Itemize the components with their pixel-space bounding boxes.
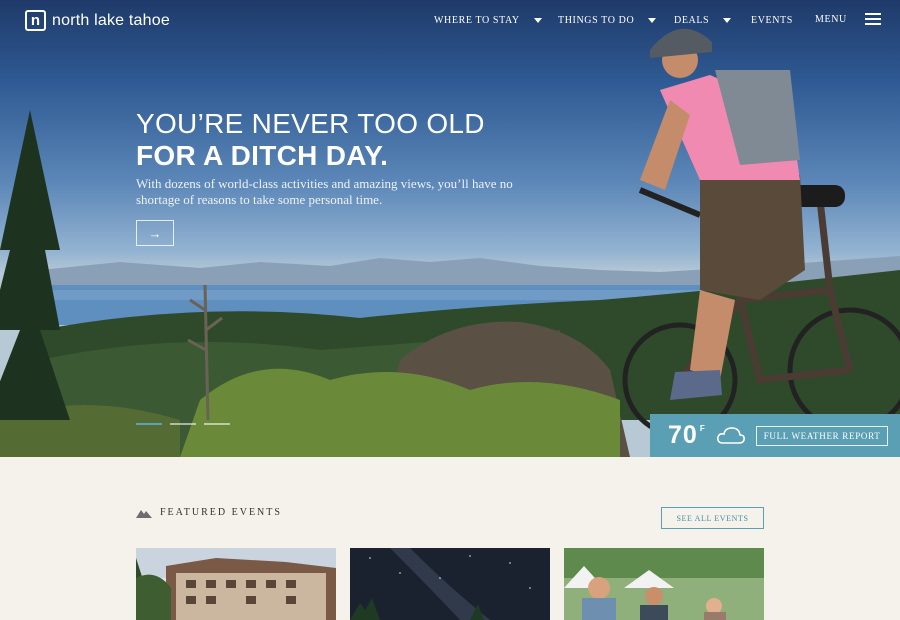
nav-label: DEALS — [674, 15, 710, 26]
nav-deals[interactable]: DEALS — [674, 15, 732, 26]
slide-indicators — [136, 423, 230, 425]
slide-dot[interactable] — [204, 423, 230, 425]
arrow-right-icon: → — [148, 225, 162, 241]
hero-banner: n north lake tahoe WHERE TO STAY THINGS … — [0, 0, 900, 457]
lodge-photo — [136, 548, 336, 620]
nav-things-to-do[interactable]: THINGS TO DO — [558, 15, 657, 26]
hero-headline-line1: YOU’RE NEVER TOO OLD — [136, 108, 485, 139]
logo-mark: n — [25, 10, 46, 31]
logo-text: north lake tahoe — [52, 11, 170, 29]
temperature-value: 70 — [668, 421, 698, 449]
nav-where-to-stay[interactable]: WHERE TO STAY — [434, 15, 542, 26]
hero-photo — [0, 28, 900, 457]
slide-dot[interactable] — [170, 423, 196, 425]
hero-arrow-button[interactable]: → — [136, 220, 174, 246]
night-sky-photo — [350, 548, 550, 620]
chevron-down-icon — [533, 18, 542, 23]
chevron-down-icon — [723, 18, 732, 23]
chevron-down-icon — [648, 18, 657, 23]
temperature-unit: F — [699, 424, 706, 433]
top-navigation: n north lake tahoe WHERE TO STAY THINGS … — [0, 0, 900, 42]
weather-widget: 70 F FULL WEATHER REPORT — [650, 414, 900, 457]
festival-photo — [564, 548, 764, 620]
hero-subtext: With dozens of world-class activities an… — [136, 176, 513, 207]
featured-events-heading: FEATURED EVENTS — [136, 507, 282, 518]
event-card[interactable] — [564, 548, 764, 620]
see-all-events-button[interactable]: SEE ALL EVENTS — [661, 507, 764, 529]
nav-label: WHERE TO STAY — [434, 15, 520, 26]
event-card[interactable] — [350, 548, 550, 620]
hero-headline-line2: FOR A DITCH DAY. — [136, 140, 389, 171]
hamburger-icon — [864, 13, 881, 25]
nav-label: EVENTS — [751, 15, 793, 26]
nav-menu[interactable]: MENU — [815, 13, 881, 25]
nav-label: THINGS TO DO — [558, 15, 635, 26]
slide-dot[interactable] — [136, 423, 162, 425]
nav-events[interactable]: EVENTS — [751, 15, 793, 26]
featured-events-label: FEATURED EVENTS — [160, 507, 282, 518]
full-weather-report-button[interactable]: FULL WEATHER REPORT — [755, 425, 889, 446]
mountain-icon — [136, 509, 152, 518]
temperature: 70 F — [668, 421, 706, 450]
event-card[interactable] — [136, 548, 336, 620]
cloud-icon — [716, 426, 745, 444]
site-logo[interactable]: n north lake tahoe — [25, 10, 170, 31]
nav-label: MENU — [815, 13, 847, 25]
